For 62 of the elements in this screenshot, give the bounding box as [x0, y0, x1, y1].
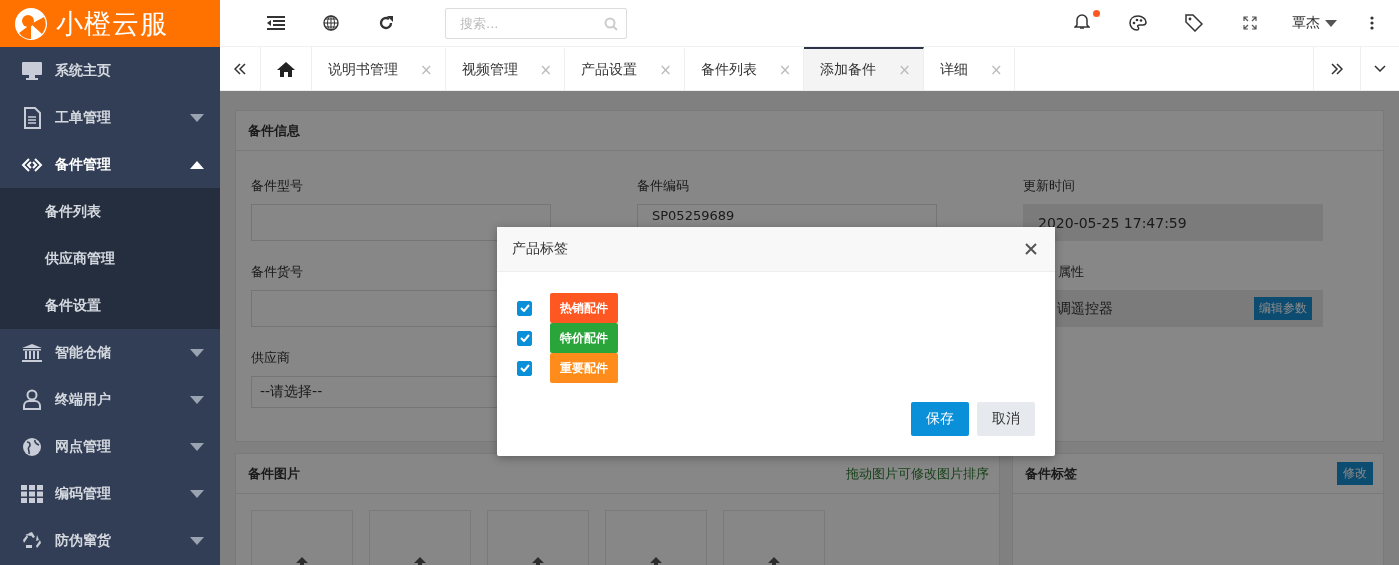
sidebar-item[interactable]: 终端用户: [0, 376, 220, 423]
home-icon[interactable]: [277, 60, 295, 77]
refresh-icon[interactable]: [377, 15, 394, 31]
sidebar-item[interactable]: 网点管理: [0, 423, 220, 470]
tag-label: 重要配件: [550, 353, 618, 383]
tab[interactable]: 视频管理 ×: [445, 47, 566, 90]
link-icon: [21, 156, 43, 173]
sidebar-item[interactable]: 系统主页: [0, 47, 220, 94]
search-field[interactable]: 搜索...: [445, 7, 627, 39]
card-title: 备件图片: [248, 464, 300, 483]
caret-down-icon: [1325, 19, 1337, 27]
tab[interactable]: 说明书管理 ×: [312, 47, 446, 90]
cancel-button[interactable]: 取消: [977, 402, 1035, 436]
field-label: 备件编码: [637, 177, 689, 195]
sidebar-item[interactable]: 备件管理: [0, 141, 220, 188]
globe-icon[interactable]: [322, 15, 339, 31]
sidebar-item[interactable]: 工单管理: [0, 94, 220, 141]
logo-icon: [14, 6, 48, 41]
dialog-title: 产品标签: [512, 240, 568, 258]
sidebar-item[interactable]: 防伪窜货: [0, 517, 220, 564]
monitor-icon: [21, 60, 43, 81]
search-icon: [604, 16, 618, 31]
tag-label: 热销配件: [550, 293, 618, 323]
logo-text: 小橙云服: [56, 6, 168, 41]
field-label: 属性: [1058, 263, 1084, 281]
user-menu[interactable]: 覃杰: [1292, 14, 1337, 32]
bank-icon: [21, 342, 43, 363]
tab[interactable]: 添加备件 ×: [804, 47, 924, 90]
field-label: 更新时间: [1023, 177, 1075, 195]
recycle-icon: [22, 530, 42, 551]
double-left-icon[interactable]: [234, 62, 246, 75]
user-icon: [22, 389, 42, 410]
sidebar-item[interactable]: 智能仓储: [0, 329, 220, 376]
grid-icon: [21, 484, 43, 503]
card-title: 备件标签: [1025, 464, 1077, 483]
sidebar-item[interactable]: 编码管理: [0, 470, 220, 517]
submenu-item[interactable]: 供应商管理: [0, 235, 220, 282]
checkbox[interactable]: [517, 330, 532, 346]
checkbox[interactable]: [517, 300, 532, 316]
menu-indent-icon[interactable]: [266, 16, 285, 30]
checkbox[interactable]: [517, 360, 532, 376]
chevron-down-icon[interactable]: [1374, 65, 1386, 72]
palette-icon[interactable]: [1129, 15, 1147, 31]
close-icon[interactable]: [1025, 243, 1037, 255]
field-label: 供应商: [251, 349, 290, 367]
save-button[interactable]: 保存: [911, 402, 969, 436]
hint-text: 拖动图片可修改图片排序: [846, 464, 989, 483]
submenu-item[interactable]: 备件设置: [0, 282, 220, 329]
tab[interactable]: 详细 ×: [923, 47, 1016, 90]
submenu-item[interactable]: 备件列表: [0, 188, 220, 235]
field-label: 备件货号: [251, 263, 303, 281]
globe-icon: [22, 436, 42, 457]
tab[interactable]: 产品设置 ×: [565, 47, 685, 90]
card-title: 备件信息: [248, 121, 300, 140]
field-label: 备件型号: [251, 177, 303, 195]
fullscreen-icon[interactable]: [1243, 16, 1257, 30]
bell-icon[interactable]: [1074, 13, 1090, 30]
tag-label: 特价配件: [550, 323, 618, 353]
tag-icon[interactable]: [1185, 14, 1203, 32]
more-icon[interactable]: [1370, 16, 1374, 30]
document-icon: [23, 106, 41, 129]
double-right-icon[interactable]: [1331, 62, 1343, 75]
